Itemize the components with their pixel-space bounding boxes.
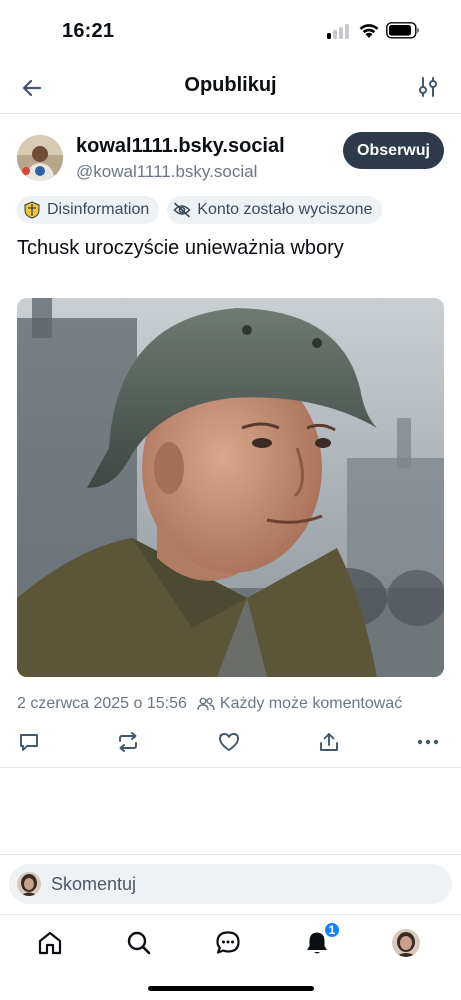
sliders-icon (419, 77, 437, 97)
nav-profile[interactable] (390, 927, 422, 959)
current-user-avatar (17, 872, 41, 896)
battery-icon (386, 22, 421, 39)
page-title: Opublikuj (184, 74, 277, 96)
more-options-button[interactable] (413, 727, 443, 757)
search-icon (127, 931, 151, 955)
post-image[interactable] (17, 298, 444, 677)
reply-button[interactable] (14, 727, 44, 757)
reply-permission[interactable]: Każdy może komentować (197, 695, 402, 713)
label-muted-account[interactable]: Konto zostało wyciszone (167, 196, 383, 224)
eye-slash-icon (173, 201, 191, 219)
status-time: 16:21 (62, 20, 115, 42)
author-handle[interactable]: @kowal1111.bsky.social (76, 162, 257, 182)
follow-button[interactable]: Obserwuj (343, 132, 444, 169)
author-avatar[interactable] (17, 135, 63, 181)
thread-settings-button[interactable] (415, 74, 441, 100)
chat-icon (216, 931, 240, 954)
post-timestamp: 2 czerwca 2025 o 15:56 (17, 695, 187, 712)
comment-icon (20, 734, 38, 751)
labeler-shield-icon (23, 201, 41, 219)
home-icon (38, 931, 62, 955)
content-labels: Disinformation Konto zostało wyciszone (17, 196, 383, 224)
post-meta: 2 czerwca 2025 o 15:56 Każdy może koment… (17, 695, 402, 713)
wifi-icon (358, 21, 380, 39)
share-icon (320, 733, 338, 751)
divider (0, 767, 461, 768)
post-body-text: Tchusk uroczyście unieważnia wbory (17, 237, 344, 259)
cellular-signal-icon (327, 24, 351, 39)
author-display-name[interactable]: kowal1111.bsky.social (76, 135, 285, 158)
label-text: Konto zostało wyciszone (197, 201, 373, 218)
top-header: Opublikuj (0, 60, 461, 114)
reply-composer-bar: Skomentuj (0, 854, 461, 914)
label-text: Disinformation (47, 201, 150, 218)
reply-composer[interactable]: Skomentuj (9, 864, 452, 904)
post-actions (0, 727, 461, 767)
status-bar: 16:21 (0, 0, 461, 60)
repost-icon (119, 732, 137, 752)
profile-avatar (392, 929, 420, 957)
nav-chat[interactable] (212, 927, 244, 959)
reply-permission-text: Każdy może komentować (219, 695, 403, 712)
more-dots-icon (417, 739, 439, 745)
share-button[interactable] (314, 727, 344, 757)
nav-notifications[interactable]: 1 (301, 921, 341, 959)
home-indicator (148, 986, 314, 991)
repost-button[interactable] (113, 727, 143, 757)
label-disinformation[interactable]: Disinformation (17, 196, 160, 224)
nav-home[interactable] (34, 927, 66, 959)
heart-icon (219, 733, 239, 751)
notification-badge: 1 (323, 921, 341, 939)
nav-search[interactable] (123, 927, 155, 959)
like-button[interactable] (214, 727, 244, 757)
people-icon (197, 697, 215, 711)
reply-placeholder: Skomentuj (51, 873, 137, 894)
